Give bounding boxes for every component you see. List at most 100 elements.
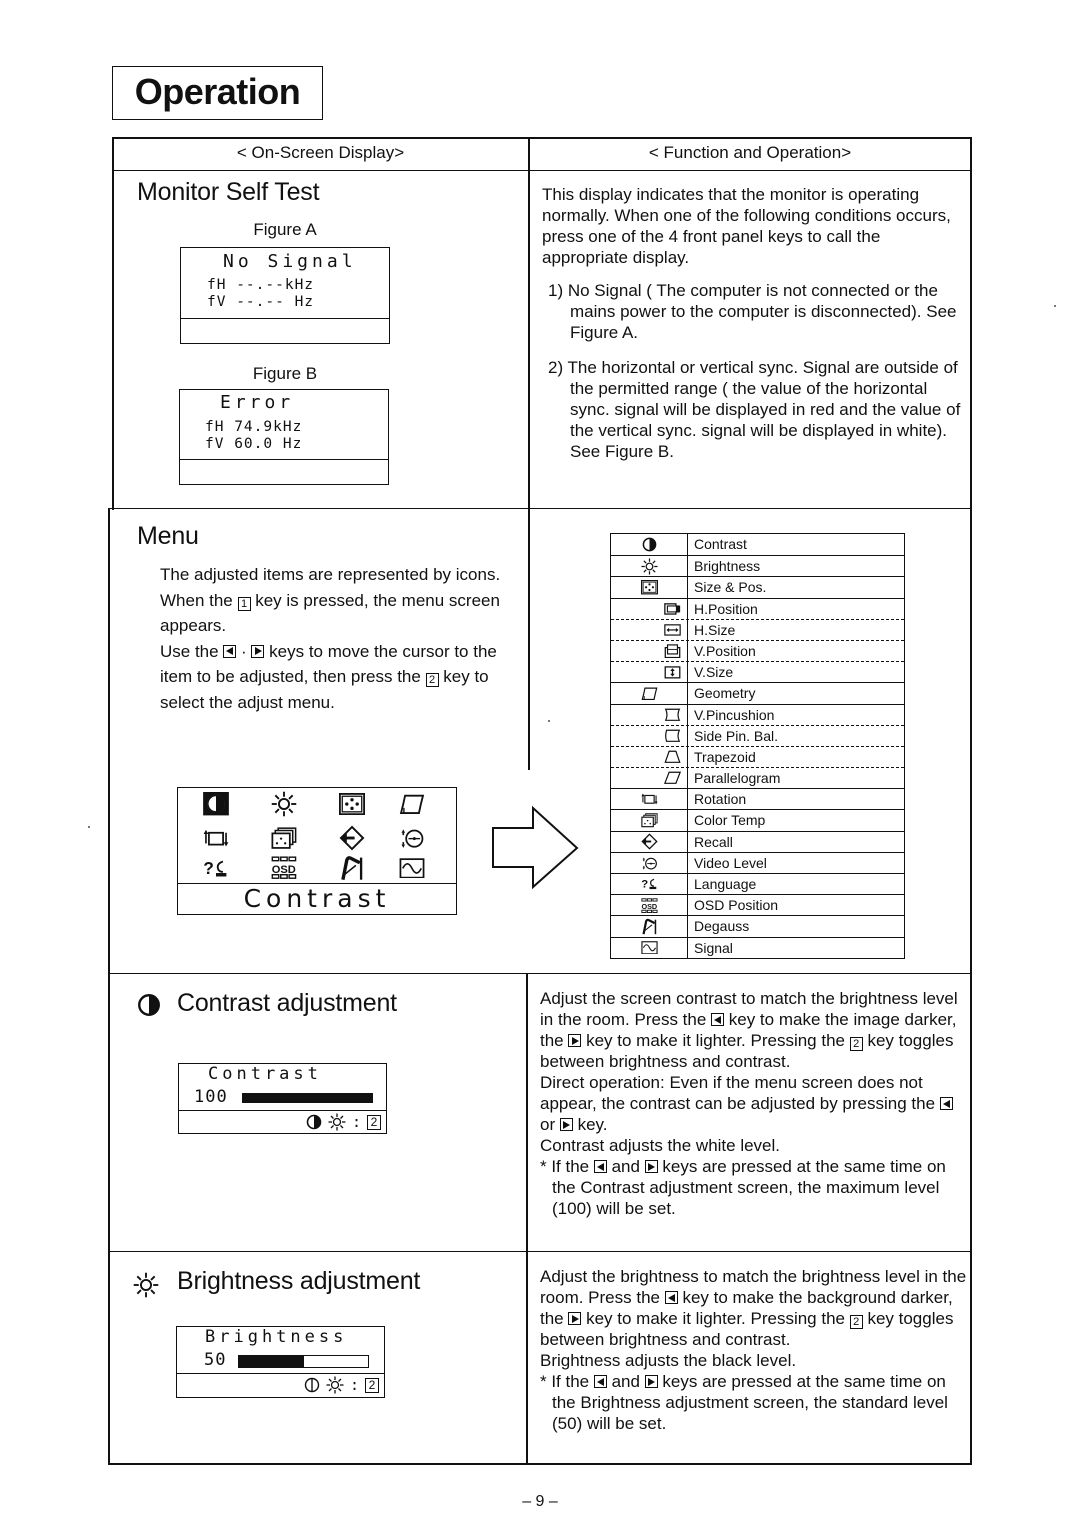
figure-b-footer bbox=[180, 459, 388, 484]
size-pos-icon bbox=[611, 577, 688, 598]
v-position-icon bbox=[611, 640, 688, 662]
contrast-para-2: Direct operation: Even if the menu scree… bbox=[540, 1072, 965, 1135]
brightness-description: Adjust the brightness to match the brigh… bbox=[540, 1266, 968, 1434]
brightness-icon bbox=[328, 1113, 346, 1131]
contrast-footer-icons: :2 bbox=[306, 1113, 381, 1131]
section-heading-self-test: Monitor Self Test bbox=[137, 178, 320, 206]
menu-item-label: V.Pincushion bbox=[694, 706, 775, 723]
column-header-function: < Function and Operation> bbox=[648, 143, 852, 162]
menu-item-row: H.Size bbox=[611, 618, 904, 640]
h-size-icon bbox=[611, 619, 688, 640]
menu-item-label: Signal bbox=[694, 939, 733, 956]
menu-item-label: Rotation bbox=[694, 791, 747, 808]
contrast-heading-icon bbox=[137, 993, 161, 1017]
menu-item-label: H.Position bbox=[694, 600, 758, 617]
section-heading-contrast: Contrast adjustment bbox=[177, 989, 397, 1017]
v-pincushion-icon bbox=[611, 704, 688, 725]
menu-item-label: V.Size bbox=[694, 664, 734, 681]
left-key-icon bbox=[711, 1013, 725, 1026]
menu-text-line-2a: When the bbox=[160, 590, 238, 610]
menu-item-row: OSD OSD Position bbox=[611, 894, 904, 916]
brightness-osd-title: Brightness bbox=[205, 1327, 348, 1347]
rotation-icon bbox=[611, 789, 688, 810]
column-divider-lower bbox=[526, 973, 528, 1464]
contrast-icon bbox=[306, 1114, 322, 1130]
table-border-left bbox=[112, 137, 114, 510]
right-key-icon bbox=[644, 1160, 658, 1173]
menu-item-label: V.Position bbox=[694, 642, 756, 659]
menu-item-row: Side Pin. Bal. bbox=[611, 724, 904, 746]
scan-mark bbox=[548, 720, 550, 722]
page-number: – 9 – bbox=[522, 1493, 558, 1510]
video-level-icon bbox=[611, 852, 688, 873]
language-icon: ? bbox=[196, 854, 236, 882]
table-border-bottom bbox=[108, 1463, 972, 1465]
contrast-description: Adjust the screen contrast to match the … bbox=[540, 988, 965, 1219]
geometry-icon bbox=[392, 790, 432, 818]
menu-item-label: Geometry bbox=[694, 685, 756, 702]
row-divider-3 bbox=[108, 1251, 972, 1253]
brightness-osd: Brightness 50 :2 bbox=[176, 1326, 385, 1398]
menu-item-row: ? Language bbox=[611, 873, 904, 895]
figure-a-title: No Signal bbox=[223, 251, 357, 272]
footer-separator: : bbox=[349, 1376, 359, 1394]
arrow-right-icon bbox=[490, 805, 580, 890]
size-pos-icon bbox=[332, 790, 372, 818]
menu-item-label: H.Size bbox=[694, 621, 736, 638]
menu-item-label: Video Level bbox=[694, 854, 767, 871]
osd-position-icon: OSD bbox=[264, 854, 304, 882]
brightness-level-bar bbox=[238, 1355, 369, 1368]
menu-item-row: V.Size bbox=[611, 661, 904, 683]
figure-b-caption: Figure B bbox=[252, 364, 318, 383]
right-key-icon bbox=[644, 1375, 658, 1388]
menu-items-table: Contrast Brightness Size & Pos. H.Position H… bbox=[610, 533, 905, 959]
color-temp-icon bbox=[611, 810, 688, 831]
recall-icon bbox=[611, 831, 688, 852]
menu-item-row: Trapezoid bbox=[611, 745, 904, 768]
contrast-note: * If the and keys are pressed at the sam… bbox=[540, 1157, 946, 1218]
scan-mark bbox=[88, 826, 90, 828]
menu-item-label: Size & Pos. bbox=[694, 579, 767, 596]
brightness-para-2: Brightness adjusts the black level. bbox=[540, 1351, 797, 1370]
menu-item-label: Parallelogram bbox=[694, 770, 781, 787]
right-key-icon bbox=[568, 1034, 582, 1047]
brightness-footer-icons: :2 bbox=[304, 1376, 379, 1394]
h-position-icon bbox=[611, 598, 688, 619]
menu-item-row: Brightness bbox=[611, 555, 904, 577]
trapezoid-icon bbox=[611, 746, 688, 768]
key-1-icon: 1 bbox=[237, 596, 251, 611]
row-divider-2 bbox=[108, 973, 972, 975]
parallelogram-icon bbox=[611, 768, 688, 789]
key-2-icon: 2 bbox=[849, 1315, 863, 1329]
brightness-note: * If the and keys are pressed at the sam… bbox=[540, 1372, 948, 1433]
column-divider-upper bbox=[528, 137, 530, 770]
menu-item-row: Rotation bbox=[611, 788, 904, 810]
figure-b-title: Error bbox=[220, 392, 295, 413]
rotation-icon bbox=[196, 824, 236, 852]
contrast-osd: Contrast 100 :2 bbox=[178, 1063, 387, 1134]
svg-text:OSD: OSD bbox=[641, 902, 657, 911]
svg-text:?: ? bbox=[641, 879, 648, 891]
brightness-osd-footer: :2 bbox=[177, 1373, 384, 1397]
menu-text-line-3a: Use the bbox=[160, 641, 224, 661]
menu-osd-selected-label: Contrast bbox=[178, 883, 456, 914]
menu-instructions: The adjusted items are represented by ic… bbox=[160, 562, 505, 715]
menu-item-row: Parallelogram bbox=[611, 767, 904, 789]
contrast-osd-footer: :2 bbox=[179, 1110, 386, 1133]
brightness-osd-value: 50 bbox=[204, 1350, 227, 1370]
figure-a-footer bbox=[181, 318, 389, 343]
left-key-icon bbox=[664, 1291, 678, 1304]
v-size-icon bbox=[611, 662, 688, 683]
brightness-icon bbox=[264, 790, 304, 818]
contrast-icon bbox=[196, 790, 236, 818]
menu-item-row: Signal bbox=[611, 936, 904, 958]
footer-separator: : bbox=[351, 1113, 361, 1131]
brightness-para-1: Adjust the brightness to match the brigh… bbox=[540, 1267, 967, 1349]
signal-icon bbox=[611, 937, 688, 958]
page-title: Operation bbox=[112, 66, 323, 120]
svg-text:OSD: OSD bbox=[272, 864, 296, 876]
figure-b-fh: fH 74.9kHz bbox=[205, 419, 303, 435]
figure-b-osd: Error fH 74.9kHz fV 60.0 Hz bbox=[179, 389, 389, 485]
self-test-intro: This display indicates that the monitor … bbox=[542, 185, 951, 267]
menu-text-separator: · bbox=[236, 641, 252, 661]
